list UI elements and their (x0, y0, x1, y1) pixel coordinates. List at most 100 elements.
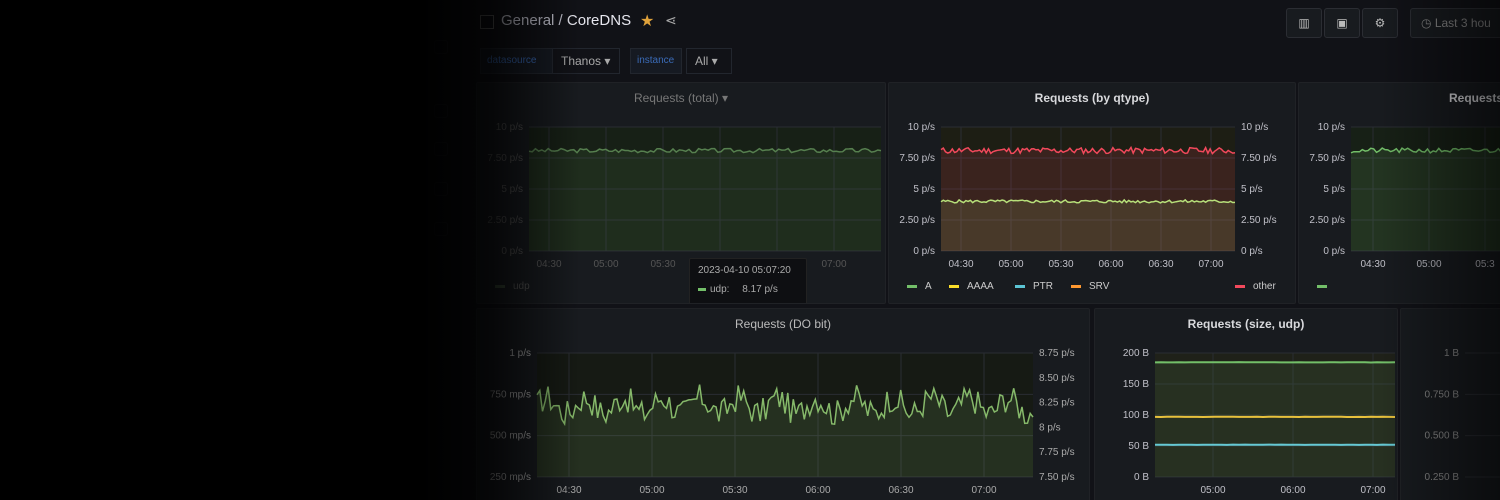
add-panel-button[interactable]: ▥ (1286, 8, 1322, 38)
x-tick-label: 04:30 (556, 485, 581, 496)
y-tick-label: 10 p/s (908, 122, 935, 133)
legend-item-udp[interactable]: udp (495, 281, 530, 292)
star-icon[interactable]: ★ (640, 11, 654, 31)
y-tick-label: 0 p/s (501, 246, 523, 257)
panel-requests-right[interactable]: Requests 10 p/s 7.50 p/s 5 p/s 2.50 p/s 0 p/… (1298, 82, 1500, 304)
panel-requests-do-bit[interactable]: Requests (DO bit) 1 p/s 750 mp/s 500 mp/s 2… (476, 308, 1090, 500)
expand-sidebar-icon[interactable] (434, 40, 448, 54)
panel-requests-size-udp[interactable]: Requests (size, udp) 200 B 150 B 100 B 50 B… (1094, 308, 1398, 500)
variable-value: All (695, 54, 709, 68)
variable-select-instance[interactable]: All ▾ (686, 48, 732, 74)
x-tick-label: 07:00 (971, 485, 996, 496)
legend-item-a[interactable]: A (907, 281, 932, 292)
y-tick-label: 7.50 p/s (1309, 153, 1345, 164)
alerting-icon[interactable] (434, 222, 448, 236)
y-tick-label-right: 5 p/s (1241, 184, 1263, 195)
legend-label: PTR (1033, 281, 1053, 292)
legend-item[interactable] (1317, 281, 1335, 292)
y-tick-label: 5 p/s (913, 184, 935, 195)
x-tick-label: 07:00 (821, 259, 846, 270)
chart-bottom-right[interactable]: 1 B 0.750 B 0.500 B 0.250 B (1401, 309, 1500, 500)
series-swatch (1235, 284, 1245, 288)
breadcrumb-separator: / (558, 12, 567, 29)
y-tick-label-right: 7.50 p/s (1241, 153, 1277, 164)
y-tick-label: 0 p/s (1323, 246, 1345, 257)
legend-item-srv[interactable]: SRV (1071, 281, 1109, 292)
tooltip-series: udp: (710, 284, 730, 295)
y-tick-label: 200 B (1123, 348, 1149, 359)
sidebar (420, 0, 460, 500)
time-range-picker[interactable]: ◷ Last 3 hou (1410, 8, 1500, 38)
variable-select-datasource[interactable]: Thanos ▾ (552, 48, 620, 74)
y-tick-label: 100 B (1123, 410, 1149, 421)
tooltip: 2023-04-10 05:07:20 udp: 8.17 p/s (689, 258, 807, 303)
x-tick-label: 05:3 (1475, 259, 1495, 270)
y-tick-label-right: 8.75 p/s (1039, 348, 1075, 359)
y-tick-label: 0.250 B (1425, 472, 1460, 483)
dashboard-grid-icon (480, 15, 494, 29)
y-tick-label: 2.50 p/s (899, 215, 935, 226)
clock-icon: ◷ (1421, 16, 1435, 30)
y-tick-label: 2.50 p/s (487, 215, 523, 226)
breadcrumb[interactable]: General / CoreDNS (501, 12, 631, 29)
y-tick-label-right: 8.25 p/s (1039, 398, 1075, 409)
breadcrumb-folder[interactable]: General (501, 12, 554, 29)
x-tick-label: 05:00 (593, 259, 618, 270)
y-tick-label: 1 B (1444, 348, 1459, 359)
legend-label: SRV (1089, 281, 1110, 292)
x-tick-label: 06:00 (1280, 485, 1305, 496)
search-icon[interactable] (434, 104, 448, 118)
series-swatch (698, 287, 706, 291)
panel-requests-total[interactable]: Requests (total) ▾ 10 p/s 7.50 p/s 5 p/s 2.… (476, 82, 886, 304)
x-tick-label: 05:00 (998, 259, 1023, 270)
panel-bottom-right[interactable]: 1 B 0.750 B 0.500 B 0.250 B (1400, 308, 1500, 500)
dashboard-title[interactable]: CoreDNS (567, 12, 631, 29)
series-swatch (1071, 284, 1081, 288)
chart-requests-size-udp[interactable]: 200 B 150 B 100 B 50 B 0 B 05:00 06:00 07:00 (1095, 309, 1397, 500)
series-area (1351, 148, 1500, 251)
x-tick-label: 04:30 (1360, 259, 1385, 270)
chart-requests-total[interactable]: 10 p/s 7.50 p/s 5 p/s 2.50 p/s 0 p/s 04:30 05:… (477, 83, 885, 303)
dashboard-settings-button[interactable]: ⚙ (1362, 8, 1398, 38)
save-dashboard-button[interactable]: ▣ (1324, 8, 1360, 38)
grafana-app: General / CoreDNS ★ ⋖ ▥ ▣ ⚙ ◷ Last 3 hou… (420, 0, 1500, 500)
y-tick-label: 7.50 p/s (899, 153, 935, 164)
dashboards-icon[interactable] (434, 142, 448, 156)
x-tick-label: 04:30 (948, 259, 973, 270)
chart-requests-do-bit[interactable]: 1 p/s 750 mp/s 500 mp/s 250 mp/s 8.75 p/s 8.5… (477, 309, 1089, 500)
x-tick-label: 05:00 (1416, 259, 1441, 270)
legend-item-ptr[interactable]: PTR (1015, 281, 1053, 292)
x-tick-label: 06:30 (1148, 259, 1173, 270)
legend-label: other (1253, 281, 1276, 292)
y-tick-label-right: 7.50 p/s (1039, 472, 1075, 483)
y-tick-label: 250 mp/s (490, 472, 531, 483)
panel-requests-by-qtype[interactable]: Requests (by qtype) 10 p/s 7.50 p/s 5 p/s 2… (888, 82, 1296, 304)
y-tick-label: 7.50 p/s (487, 153, 523, 164)
legend-item-other[interactable]: other (1235, 281, 1276, 292)
legend-label: udp (513, 281, 530, 292)
y-tick-label-right: 10 p/s (1241, 122, 1268, 133)
share-icon[interactable]: ⋖ (665, 12, 677, 29)
series-area (941, 199, 1235, 251)
y-tick-label-right: 2.50 p/s (1241, 215, 1277, 226)
tooltip-row: udp: 8.17 p/s (698, 284, 778, 295)
x-tick-label: 07:00 (1360, 485, 1385, 496)
legend-label: A (925, 281, 932, 292)
y-tick-label: 0.750 B (1425, 389, 1460, 400)
x-tick-label: 06:30 (888, 485, 913, 496)
legend-item-aaaa[interactable]: AAAA (949, 281, 994, 292)
x-tick-label: 06:00 (805, 485, 830, 496)
chart-requests-right[interactable]: 10 p/s 7.50 p/s 5 p/s 2.50 p/s 0 p/s 04:30 05:… (1299, 83, 1500, 303)
y-tick-label: 0.500 B (1425, 431, 1460, 442)
y-tick-label: 5 p/s (501, 184, 523, 195)
x-tick-label: 07:00 (1198, 259, 1223, 270)
series-swatch (495, 284, 505, 288)
y-tick-label-right: 8 p/s (1039, 422, 1061, 433)
y-tick-label: 1 p/s (509, 348, 531, 359)
y-tick-label: 10 p/s (1318, 122, 1345, 133)
y-tick-label: 0 p/s (913, 246, 935, 257)
explore-icon[interactable] (434, 182, 448, 196)
y-tick-label: 5 p/s (1323, 184, 1345, 195)
series-swatch (949, 284, 959, 288)
chart-requests-by-qtype[interactable]: 10 p/s 7.50 p/s 5 p/s 2.50 p/s 0 p/s 10 p/s 7.… (889, 83, 1295, 303)
